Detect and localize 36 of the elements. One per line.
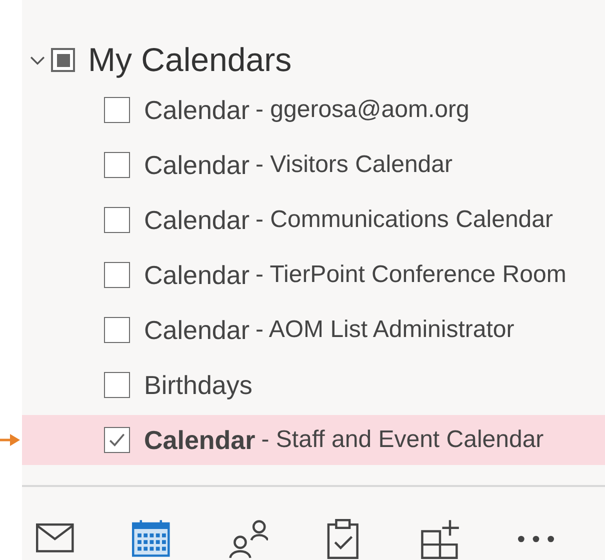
calendar-row[interactable]: Calendar - TierPoint Conference Room [22, 250, 605, 300]
checkbox[interactable] [104, 372, 130, 398]
pointer-arrow-icon [0, 431, 20, 449]
more-icon [518, 535, 554, 543]
calendar-detail: - AOM List Administrator [256, 315, 514, 345]
calendar-name: Calendar [144, 258, 250, 292]
checkbox[interactable] [104, 152, 130, 178]
calendar-row[interactable]: Calendar - AOM List Administrator [22, 305, 605, 355]
calendar-row[interactable]: Calendar - Communications Calendar [22, 195, 605, 245]
calendar-name: Calendar [144, 314, 250, 346]
checkbox[interactable] [104, 97, 130, 123]
checkbox[interactable] [104, 262, 130, 288]
group-title[interactable]: My Calendars [88, 35, 292, 85]
calendar-name: Calendar [144, 424, 256, 456]
calendar-row[interactable]: Calendar - ggerosa@aom.org [22, 85, 605, 135]
checkbox[interactable] [104, 317, 130, 343]
apps-add-icon [420, 519, 460, 559]
check-icon [109, 433, 125, 447]
chevron-down-icon[interactable] [30, 56, 45, 64]
people-icon [228, 519, 268, 559]
calendar-detail: - Visitors Calendar [256, 150, 452, 180]
calendar-detail: - TierPoint Conference Room [256, 260, 566, 290]
calendar-row[interactable]: Birthdays [22, 360, 605, 410]
checkbox[interactable] [104, 427, 130, 453]
calendar-row[interactable]: Calendar - Visitors Calendar [22, 140, 605, 190]
checkbox[interactable] [104, 207, 130, 233]
calendar-detail: - Communications Calendar [256, 205, 553, 235]
group-checkbox[interactable] [51, 48, 75, 72]
calendar-detail: - ggerosa@aom.org [256, 95, 470, 125]
calendar-name: Calendar [144, 148, 250, 182]
calendar-name: Birthdays [144, 368, 252, 402]
calendar-name: Calendar [144, 204, 250, 236]
calendar-detail: - Staff and Event Calendar [261, 425, 544, 455]
calendar-row[interactable]: Calendar - Staff and Event Calendar [22, 415, 605, 465]
calendar-icon [132, 519, 172, 559]
calendar-name: Calendar [144, 94, 250, 126]
